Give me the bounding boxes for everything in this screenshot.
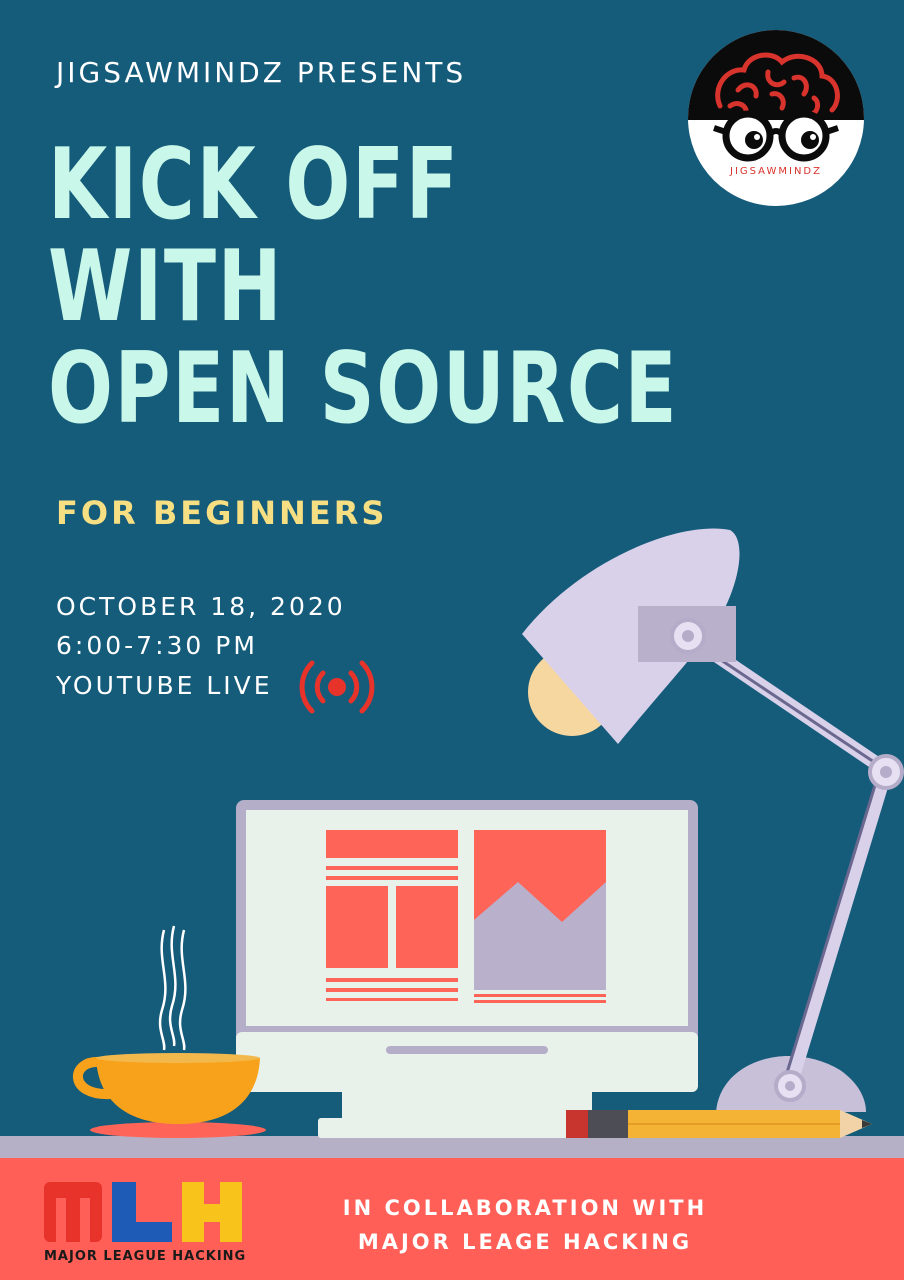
presenter-heading: JIGSAWMINDZ PRESENTS <box>56 56 467 89</box>
monitor-chin <box>236 1032 698 1092</box>
coffee-cup <box>96 1058 260 1124</box>
title-line-1: KICK OFF <box>48 128 460 242</box>
desk-surface <box>0 1136 904 1160</box>
collab-line-2: MAJOR LEAGE HACKING <box>357 1230 693 1254</box>
monitor-screen <box>246 810 688 1026</box>
saucer <box>90 1122 266 1138</box>
mlh-m-letter <box>44 1182 102 1242</box>
desk-illustration <box>0 528 904 1160</box>
collab-line-1: IN COLLABORATION WITH <box>342 1196 708 1220</box>
pencil-icon <box>566 1110 872 1138</box>
mlh-l-letter <box>112 1182 172 1242</box>
logo-text: JIGSAWMINDZ <box>729 166 822 177</box>
steam <box>158 925 187 1051</box>
monitor-stand <box>342 1092 592 1118</box>
mlh-name: MAJOR LEAGUE HACKING <box>44 1249 247 1264</box>
mlh-h-letter <box>182 1182 242 1242</box>
title-line-3: OPEN SOURCE <box>48 332 679 446</box>
title-line-2: WITH <box>48 230 284 344</box>
jigsawmindz-logo: JIGSAWMINDZ <box>688 30 864 206</box>
